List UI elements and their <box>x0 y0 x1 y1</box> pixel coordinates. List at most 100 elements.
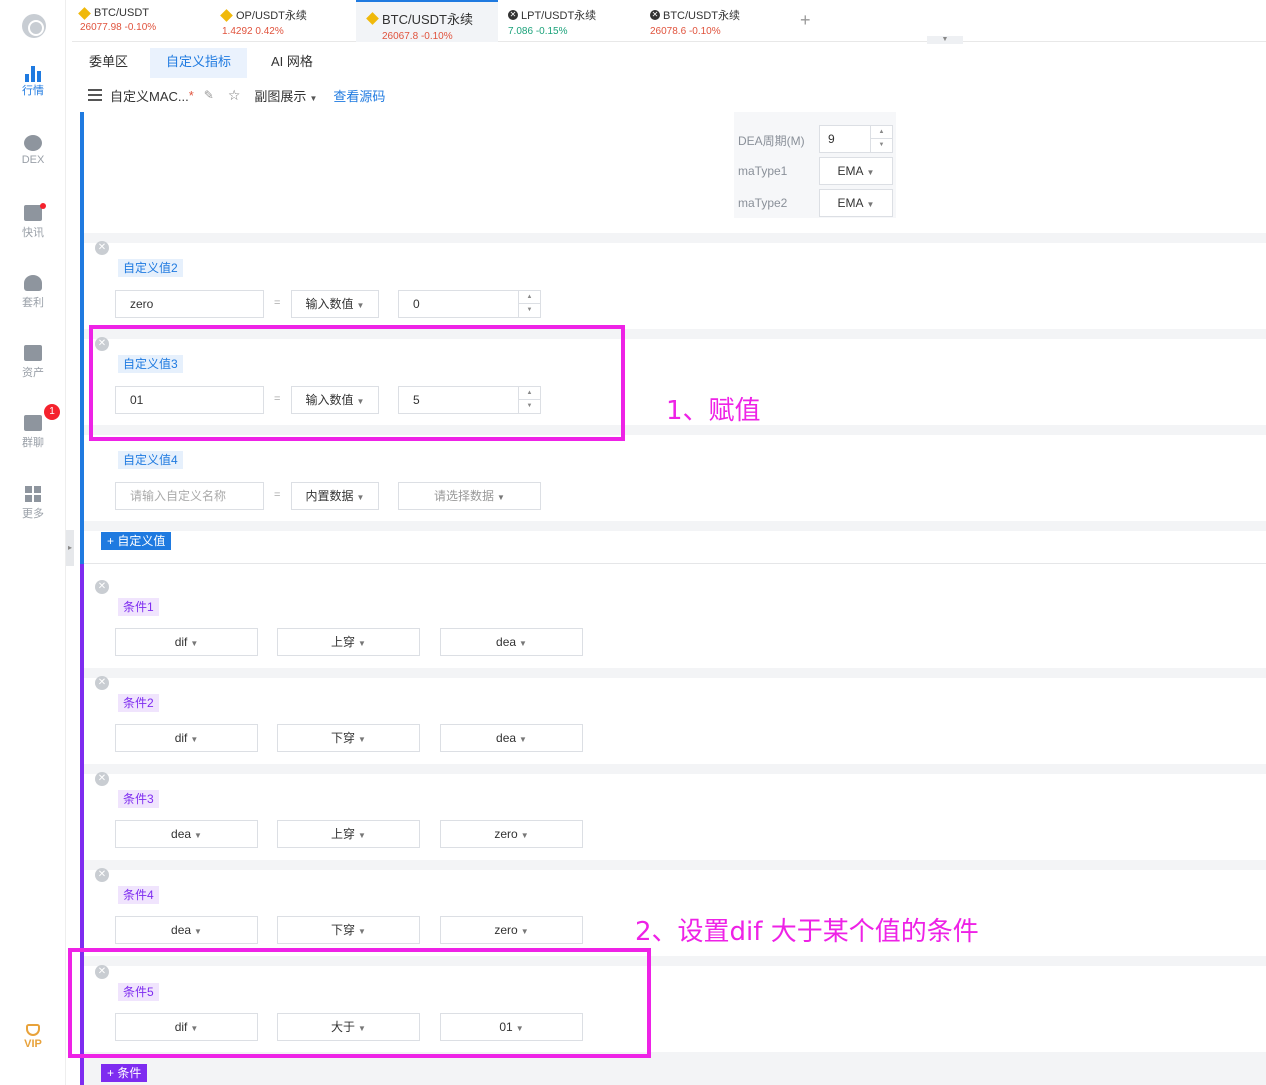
symbol-tab-active[interactable]: BTC/USDT永续 26067.8 -0.10% <box>356 0 498 42</box>
condition-operator-select[interactable]: 下穿 ▼ <box>277 724 420 752</box>
tab-custom-indicator[interactable]: 自定义指标 <box>150 48 248 78</box>
symbol-tab[interactable]: OP/USDT永续 1.4292 0.42% <box>214 0 354 42</box>
param-label: maType1 <box>738 164 788 178</box>
remove-icon[interactable]: ✕ <box>95 772 109 786</box>
tab-order-area[interactable]: 委单区 <box>89 48 128 78</box>
custom-value-name-input[interactable]: 请输入自定义名称 <box>115 482 264 510</box>
highlight-box-condition <box>68 948 651 1058</box>
caret-down-icon: ▼ <box>519 735 527 744</box>
tab-symbol: BTC/USDT永续 <box>382 12 474 27</box>
okx-icon: ✕ <box>508 10 518 20</box>
number-stepper[interactable]: ▲ ▼ <box>518 291 540 317</box>
custom-value-number-input[interactable]: 0 ▲ ▼ <box>398 290 541 318</box>
param-value: 9 <box>828 132 835 146</box>
unsaved-mark: * <box>188 87 194 103</box>
tab-change: -0.10% <box>688 26 721 37</box>
remove-icon[interactable]: ✕ <box>95 868 109 882</box>
condition-tag: 条件3 <box>118 790 159 808</box>
caret-down-icon: ▼ <box>194 831 202 840</box>
condition-right-select[interactable]: zero ▼ <box>440 820 583 848</box>
sidebar-item-news[interactable]: 快讯 <box>0 205 66 240</box>
bnb-icon <box>366 12 379 25</box>
dea-period-input[interactable]: 9 ▲ ▼ <box>819 125 893 153</box>
value-type-select[interactable]: 内置数据 ▼ <box>291 482 379 510</box>
news-notification-dot <box>40 203 46 209</box>
condition-left-select[interactable]: dea ▼ <box>115 820 258 848</box>
tab-change: -0.10% <box>124 22 157 33</box>
remove-icon[interactable]: ✕ <box>95 580 109 594</box>
left-sidebar: 行情 DEX 快讯 套利 资产 群聊 1 更多 VIP <box>0 0 66 1085</box>
wallet-icon <box>24 345 42 361</box>
builtin-data-select[interactable]: 请选择数据 ▼ <box>398 482 541 510</box>
select-placeholder: 请选择数据 <box>434 489 495 503</box>
condition-left-select[interactable]: dif ▼ <box>115 724 258 752</box>
symbol-tab[interactable]: BTC/USDT 26077.98 -0.10% <box>72 0 212 42</box>
symbol-tab[interactable]: ✕ BTC/USDT永续 26078.6 -0.10% <box>642 0 782 42</box>
tab-price: 26067.8 <box>382 31 419 42</box>
bnb-icon <box>220 8 233 22</box>
input-value: 0 <box>413 297 420 311</box>
highlight-box-assign <box>89 325 625 441</box>
sidebar-item-market[interactable]: 行情 <box>0 64 66 98</box>
subchart-display-dropdown[interactable]: 副图展示 ▼ <box>254 86 317 105</box>
select-value: 上穿 <box>331 827 356 841</box>
arbitrage-icon <box>24 275 42 291</box>
sidebar-collapse-handle[interactable]: ▸ <box>66 530 74 566</box>
okx-icon: ✕ <box>650 10 660 20</box>
value-type-select[interactable]: 输入数值 ▼ <box>291 290 379 318</box>
equals-sign: = <box>274 297 281 309</box>
matype1-select[interactable]: EMA ▼ <box>819 157 893 185</box>
add-custom-value-button[interactable]: + 自定义值 <box>101 532 172 550</box>
condition-right-select[interactable]: dea ▼ <box>440 724 583 752</box>
symbol-tab[interactable]: ✕ LPT/USDT永续 7.086 -0.15% <box>500 0 640 42</box>
select-value: zero <box>494 827 518 841</box>
select-value: 输入数值 <box>305 297 354 311</box>
caret-down-icon: ▼ <box>309 93 318 103</box>
star-icon[interactable]: ☆ <box>228 87 241 104</box>
list-menu-icon[interactable] <box>88 89 102 101</box>
sidebar-item-label: 更多 <box>22 508 44 520</box>
condition-left-select[interactable]: dif ▼ <box>115 628 258 656</box>
vip-button[interactable]: VIP <box>0 1024 66 1050</box>
tab-change: -0.15% <box>535 26 568 37</box>
section-divider <box>84 233 1266 243</box>
sidebar-item-label: 群聊 <box>22 437 44 449</box>
tab-symbol: BTC/USDT <box>94 7 149 19</box>
remove-icon[interactable]: ✕ <box>95 676 109 690</box>
tab-ai-grid[interactable]: AI 网格 <box>271 48 313 78</box>
section-divider <box>84 563 1266 564</box>
view-source-link[interactable]: 查看源码 <box>333 86 385 105</box>
condition-operator-select[interactable]: 上穿 ▼ <box>277 820 420 848</box>
condition-left-select[interactable]: dea ▼ <box>115 916 258 944</box>
chat-unread-badge: 1 <box>44 404 60 420</box>
caret-down-icon: ▼ <box>520 927 529 936</box>
news-icon <box>24 205 42 221</box>
sidebar-item-dex[interactable]: DEX <box>0 135 66 166</box>
indicator-name[interactable]: 自定义MAC... <box>110 86 189 105</box>
add-condition-button[interactable]: + 条件 <box>101 1064 148 1082</box>
select-value: EMA <box>837 164 864 178</box>
app-logo-icon[interactable] <box>22 14 46 38</box>
matype2-select[interactable]: EMA ▼ <box>819 189 893 217</box>
subchart-display-label: 副图展示 <box>254 88 307 104</box>
bnb-icon <box>78 6 91 20</box>
caret-down-icon: ▼ <box>358 831 366 840</box>
sidebar-item-more[interactable]: 更多 <box>0 486 66 521</box>
number-stepper[interactable]: ▲ ▼ <box>870 126 892 152</box>
symbol-tab-strip: BTC/USDT 26077.98 -0.10% OP/USDT永续 1.429… <box>72 0 1266 44</box>
tab-dropdown-arrow-icon[interactable]: ▼ <box>927 36 963 44</box>
sidebar-item-arbitrage[interactable]: 套利 <box>0 275 66 310</box>
condition-right-select[interactable]: dea ▼ <box>440 628 583 656</box>
condition-operator-select[interactable]: 上穿 ▼ <box>277 628 420 656</box>
add-tab-button[interactable]: + <box>800 10 811 31</box>
custom-value-name-input[interactable]: zero <box>115 290 264 318</box>
chat-icon <box>24 415 42 431</box>
caret-down-icon: ▼ <box>190 735 199 744</box>
sidebar-item-assets[interactable]: 资产 <box>0 345 66 380</box>
annotation-condition: 2、设置dif 大于某个值的条件 <box>635 917 979 947</box>
edit-icon[interactable]: ✎ <box>204 88 214 102</box>
sidebar-item-chat[interactable]: 群聊 <box>0 415 66 450</box>
remove-icon[interactable]: ✕ <box>95 241 109 255</box>
condition-operator-select[interactable]: 下穿 ▼ <box>277 916 420 944</box>
condition-right-select[interactable]: zero ▼ <box>440 916 583 944</box>
